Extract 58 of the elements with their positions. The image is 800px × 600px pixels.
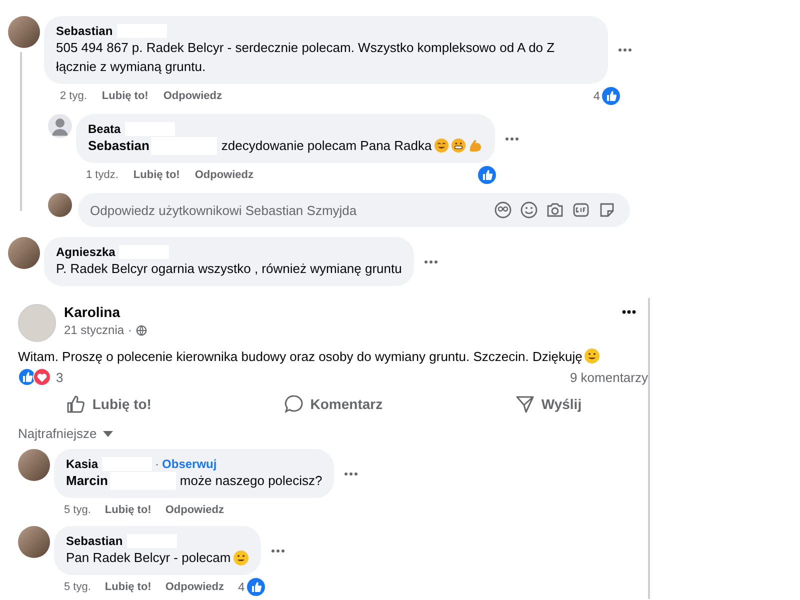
sort-dropdown[interactable]: Najtrafniejsze [0,420,113,445]
comment-text: 505 494 867 p. Radek Belcyr - serdecznie polecam. Wszystko kompleksowo od A do Z łącznie z wymianą gruntu. [56,39,556,76]
author-name[interactable]: Beata [88,122,121,136]
mention-link[interactable]: Sebastian [88,136,150,155]
author-name[interactable]: Agnieszka [56,245,116,259]
post-date[interactable]: 21 stycznia [64,323,124,337]
avatar-sticker-icon[interactable] [494,201,512,219]
follow-link[interactable]: Obserwuj [162,457,217,471]
avatar[interactable] [48,193,72,217]
post-text: Witam. Proszę o polecenie kierownika budowy oraz osoby do wymiany gruntu. Szczecin. Dziękuję [18,348,582,364]
emoji-icon[interactable] [520,201,538,219]
author-name[interactable]: Karolina [64,304,148,320]
comment-time[interactable]: 5 tyg. [64,581,91,593]
speech-bubble-icon [284,394,304,414]
avatar[interactable] [8,16,40,48]
like-link[interactable]: Lubię to! [104,504,152,516]
avatar[interactable] [18,449,50,481]
comment-text: może naszego polecisz? [180,472,322,490]
reply-link[interactable]: Odpowiedz [194,169,254,181]
avatar[interactable] [18,526,50,558]
caret-icon [102,430,113,436]
reaction-count[interactable]: 4 [593,89,600,103]
comment-text: Pan Radek Belcyr - polecam [66,549,231,567]
flexed-arm-icon [468,138,483,153]
comment-count[interactable]: 9 komentarzy [570,370,648,384]
reaction-count[interactable]: 4 [238,580,245,594]
comment-time[interactable]: 2 tyg. [60,90,87,102]
reply-input-field[interactable]: Odpowiedz użytkownikowi Sebastian Szmyjda [88,202,486,218]
comment-time[interactable]: 5 tyg. [64,504,91,516]
mention-link[interactable]: Marcin [66,471,108,490]
reactions-icon[interactable] [18,368,52,386]
separator-dot: · [155,457,160,471]
action-button[interactable]: Komentarz [272,388,395,420]
action-button[interactable]: Lubię to! [54,388,164,420]
like-link[interactable]: Lubię to! [104,581,152,593]
reply-field[interactable]: Odpowiedz użytkownikowi Sebastian Szmyjda [78,193,630,227]
camera-icon[interactable] [546,201,564,219]
action-button[interactable]: Wyślij [503,388,594,420]
comment-text: P. Radek Belcyr ogarnia wszystko , również wymianę gruntu [56,260,402,278]
send-icon [515,394,536,414]
like-link[interactable]: Lubię to! [102,90,148,102]
author-name[interactable]: Kasia [66,457,98,471]
reply-link[interactable]: Odpowiedz [163,90,222,102]
author-name[interactable]: Sebastian [56,24,113,38]
thumbs-up-icon [66,394,86,414]
author-name[interactable]: Sebastian [66,534,123,548]
comment-text: zdecydowanie polecam Pana Radka [221,137,432,155]
avatar[interactable] [8,237,40,269]
reply-link[interactable]: Odpowiedz [165,581,224,593]
separator-dot: · [128,323,132,337]
reaction-count[interactable]: 3 [56,370,64,384]
gif-icon[interactable] [572,201,590,219]
like-link[interactable]: Lubię to! [133,169,180,181]
sticker-icon[interactable] [598,201,616,219]
globe-icon [136,324,148,336]
comment-time[interactable]: 1 tydz. [86,169,118,181]
avatar[interactable] [48,114,72,138]
reply-link[interactable]: Odpowiedz [165,504,224,516]
